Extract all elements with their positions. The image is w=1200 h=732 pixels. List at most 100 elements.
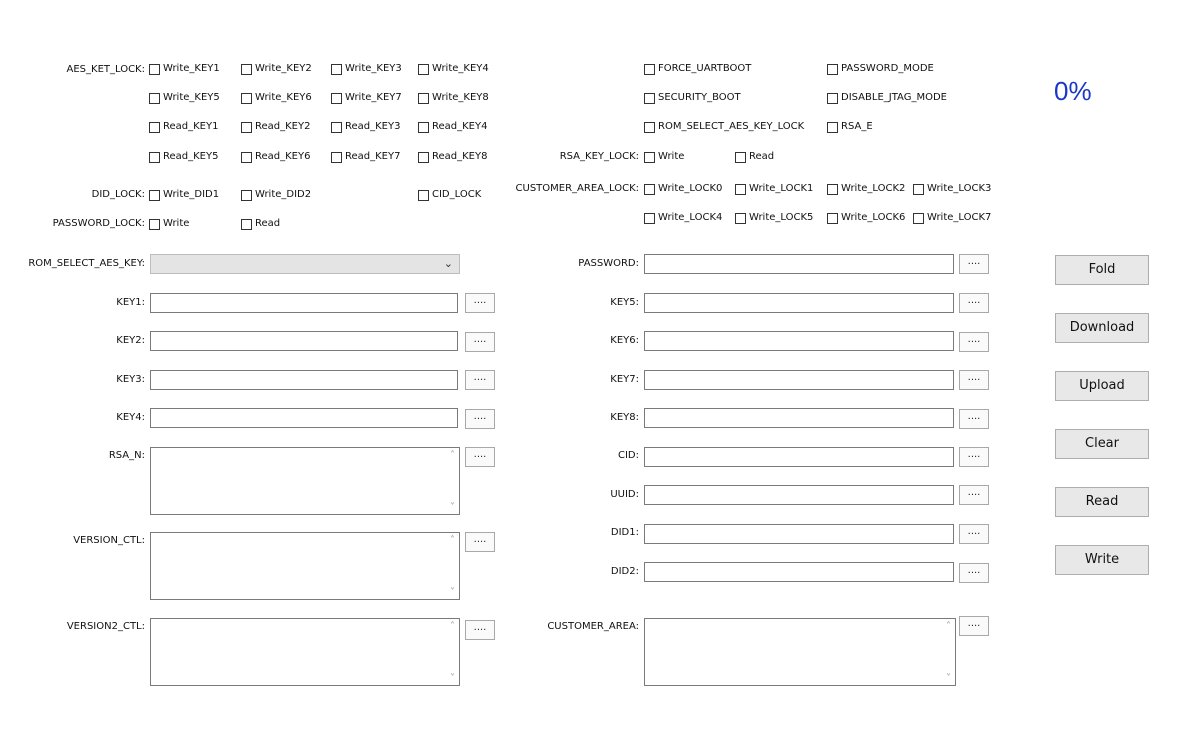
scroll-down-icon[interactable]: ˅ xyxy=(450,502,455,513)
key8-input[interactable] xyxy=(644,408,954,428)
did2-browse-button[interactable]: .... xyxy=(959,563,989,583)
key2-input[interactable] xyxy=(150,331,458,351)
version2-ctl-textarea[interactable]: ˄ ˅ xyxy=(150,618,460,686)
did1-browse-button[interactable]: .... xyxy=(959,524,989,544)
checkbox-rsa-read[interactable]: Read xyxy=(735,151,774,163)
upload-button[interactable]: Upload xyxy=(1055,371,1149,401)
rsa-n-browse-button[interactable]: .... xyxy=(465,447,495,467)
key3-input[interactable] xyxy=(150,370,458,390)
checkbox-write-key1[interactable]: Write_KEY1 xyxy=(149,63,220,75)
checkbox-write-lock4[interactable]: Write_LOCK4 xyxy=(644,212,722,224)
scroll-up-icon[interactable]: ˄ xyxy=(946,621,951,632)
checkbox-password-write[interactable]: Write xyxy=(149,218,189,230)
checkbox-label: Write_LOCK7 xyxy=(927,212,992,223)
key3-browse-button[interactable]: .... xyxy=(465,370,495,390)
checkbox-write-lock0[interactable]: Write_LOCK0 xyxy=(644,183,722,195)
checkbox-password-mode[interactable]: PASSWORD_MODE xyxy=(827,63,934,75)
checkbox-read-key1[interactable]: Read_KEY1 xyxy=(149,121,218,133)
scroll-up-icon[interactable]: ˄ xyxy=(450,535,455,546)
did1-input[interactable] xyxy=(644,524,954,544)
key7-input[interactable] xyxy=(644,370,954,390)
key8-browse-button[interactable]: .... xyxy=(959,409,989,429)
password-browse-button[interactable]: .... xyxy=(959,254,989,274)
did2-input[interactable] xyxy=(644,562,954,582)
version-ctl-browse-button[interactable]: .... xyxy=(465,532,495,552)
checkbox-security-boot[interactable]: SECURITY_BOOT xyxy=(644,92,741,104)
password-input[interactable] xyxy=(644,254,954,274)
key5-browse-button[interactable]: .... xyxy=(959,293,989,313)
scroll-down-icon[interactable]: ˅ xyxy=(450,587,455,598)
uuid-input[interactable] xyxy=(644,485,954,505)
checkbox-write-key7[interactable]: Write_KEY7 xyxy=(331,92,402,104)
checkbox-write-did1[interactable]: Write_DID1 xyxy=(149,189,219,201)
checkbox-write-key2[interactable]: Write_KEY2 xyxy=(241,63,312,75)
checkbox-label: Read_KEY1 xyxy=(163,121,219,132)
scroll-up-icon[interactable]: ˄ xyxy=(450,450,455,461)
checkbox-cid-lock[interactable]: CID_LOCK xyxy=(418,189,481,201)
checkbox-write-lock1[interactable]: Write_LOCK1 xyxy=(735,183,813,195)
scroll-down-icon[interactable]: ˅ xyxy=(450,673,455,684)
scroll-up-icon[interactable]: ˄ xyxy=(450,621,455,632)
rsa-n-textarea[interactable]: ˄ ˅ xyxy=(150,447,460,515)
version2-ctl-browse-button[interactable]: .... xyxy=(465,620,495,640)
checkbox-read-key7[interactable]: Read_KEY7 xyxy=(331,151,400,163)
checkbox-write-lock7[interactable]: Write_LOCK7 xyxy=(913,212,991,224)
checkbox-write-lock3[interactable]: Write_LOCK3 xyxy=(913,183,991,195)
did1-label: DID1: xyxy=(610,527,639,538)
checkbox-label: ROM_SELECT_AES_KEY_LOCK xyxy=(658,121,805,132)
cid-input[interactable] xyxy=(644,447,954,467)
checkbox-label: Write_KEY5 xyxy=(163,92,220,103)
checkbox-write-key4[interactable]: Write_KEY4 xyxy=(418,63,489,75)
key4-input[interactable] xyxy=(150,408,458,428)
key6-input[interactable] xyxy=(644,331,954,351)
rom-select-aes-key-dropdown[interactable]: ⌄ xyxy=(150,254,460,274)
clear-button[interactable]: Clear xyxy=(1055,429,1149,459)
checkbox-write-key6[interactable]: Write_KEY6 xyxy=(241,92,312,104)
checkbox-rom-select-aes-key-lock[interactable]: ROM_SELECT_AES_KEY_LOCK xyxy=(644,121,804,133)
download-button[interactable]: Download xyxy=(1055,313,1149,343)
aes-ket-lock-label: AES_KET_LOCK: xyxy=(66,64,146,75)
read-button[interactable]: Read xyxy=(1055,487,1149,517)
checkbox-read-key3[interactable]: Read_KEY3 xyxy=(331,121,400,133)
checkbox-label: Read xyxy=(749,151,775,162)
key7-browse-button[interactable]: .... xyxy=(959,370,989,390)
checkbox-rsa-e[interactable]: RSA_E xyxy=(827,121,873,133)
uuid-browse-button[interactable]: .... xyxy=(959,485,989,505)
scroll-down-icon[interactable]: ˅ xyxy=(946,673,951,684)
checkbox-write-lock5[interactable]: Write_LOCK5 xyxy=(735,212,813,224)
key2-browse-button[interactable]: .... xyxy=(465,332,495,352)
key1-input[interactable] xyxy=(150,293,458,313)
checkbox-read-key6[interactable]: Read_KEY6 xyxy=(241,151,310,163)
checkbox-write-key8[interactable]: Write_KEY8 xyxy=(418,92,489,104)
checkbox-label: Read_KEY3 xyxy=(345,121,401,132)
checkbox-password-read[interactable]: Read xyxy=(241,218,280,230)
checkbox-label: CID_LOCK xyxy=(432,189,482,200)
checkbox-rsa-write[interactable]: Write xyxy=(644,151,684,163)
write-button[interactable]: Write xyxy=(1055,545,1149,575)
key1-browse-button[interactable]: .... xyxy=(465,293,495,313)
checkbox-write-did2[interactable]: Write_DID2 xyxy=(241,189,311,201)
checkbox-disable-jtag-mode[interactable]: DISABLE_JTAG_MODE xyxy=(827,92,947,104)
checkbox-force-uartboot[interactable]: FORCE_UARTBOOT xyxy=(644,63,751,75)
key6-browse-button[interactable]: .... xyxy=(959,332,989,352)
chevron-down-icon: ⌄ xyxy=(443,257,453,270)
key4-browse-button[interactable]: .... xyxy=(465,409,495,429)
uuid-label: UUID: xyxy=(610,489,639,500)
checkbox-label: Read_KEY2 xyxy=(255,121,311,132)
checkbox-read-key5[interactable]: Read_KEY5 xyxy=(149,151,218,163)
fold-button[interactable]: Fold xyxy=(1055,255,1149,285)
customer-area-browse-button[interactable]: .... xyxy=(959,616,989,636)
checkbox-write-key3[interactable]: Write_KEY3 xyxy=(331,63,402,75)
checkbox-write-key5[interactable]: Write_KEY5 xyxy=(149,92,220,104)
customer-area-textarea[interactable]: ˄ ˅ xyxy=(644,618,956,686)
checkbox-read-key2[interactable]: Read_KEY2 xyxy=(241,121,310,133)
cid-browse-button[interactable]: .... xyxy=(959,447,989,467)
checkbox-read-key4[interactable]: Read_KEY4 xyxy=(418,121,487,133)
checkbox-write-lock6[interactable]: Write_LOCK6 xyxy=(827,212,905,224)
version-ctl-textarea[interactable]: ˄ ˅ xyxy=(150,532,460,600)
rsa-key-lock-label: RSA_KEY_LOCK: xyxy=(559,151,639,162)
checkbox-write-lock2[interactable]: Write_LOCK2 xyxy=(827,183,905,195)
checkbox-read-key8[interactable]: Read_KEY8 xyxy=(418,151,487,163)
checkbox-label: SECURITY_BOOT xyxy=(658,92,741,103)
key5-input[interactable] xyxy=(644,293,954,313)
